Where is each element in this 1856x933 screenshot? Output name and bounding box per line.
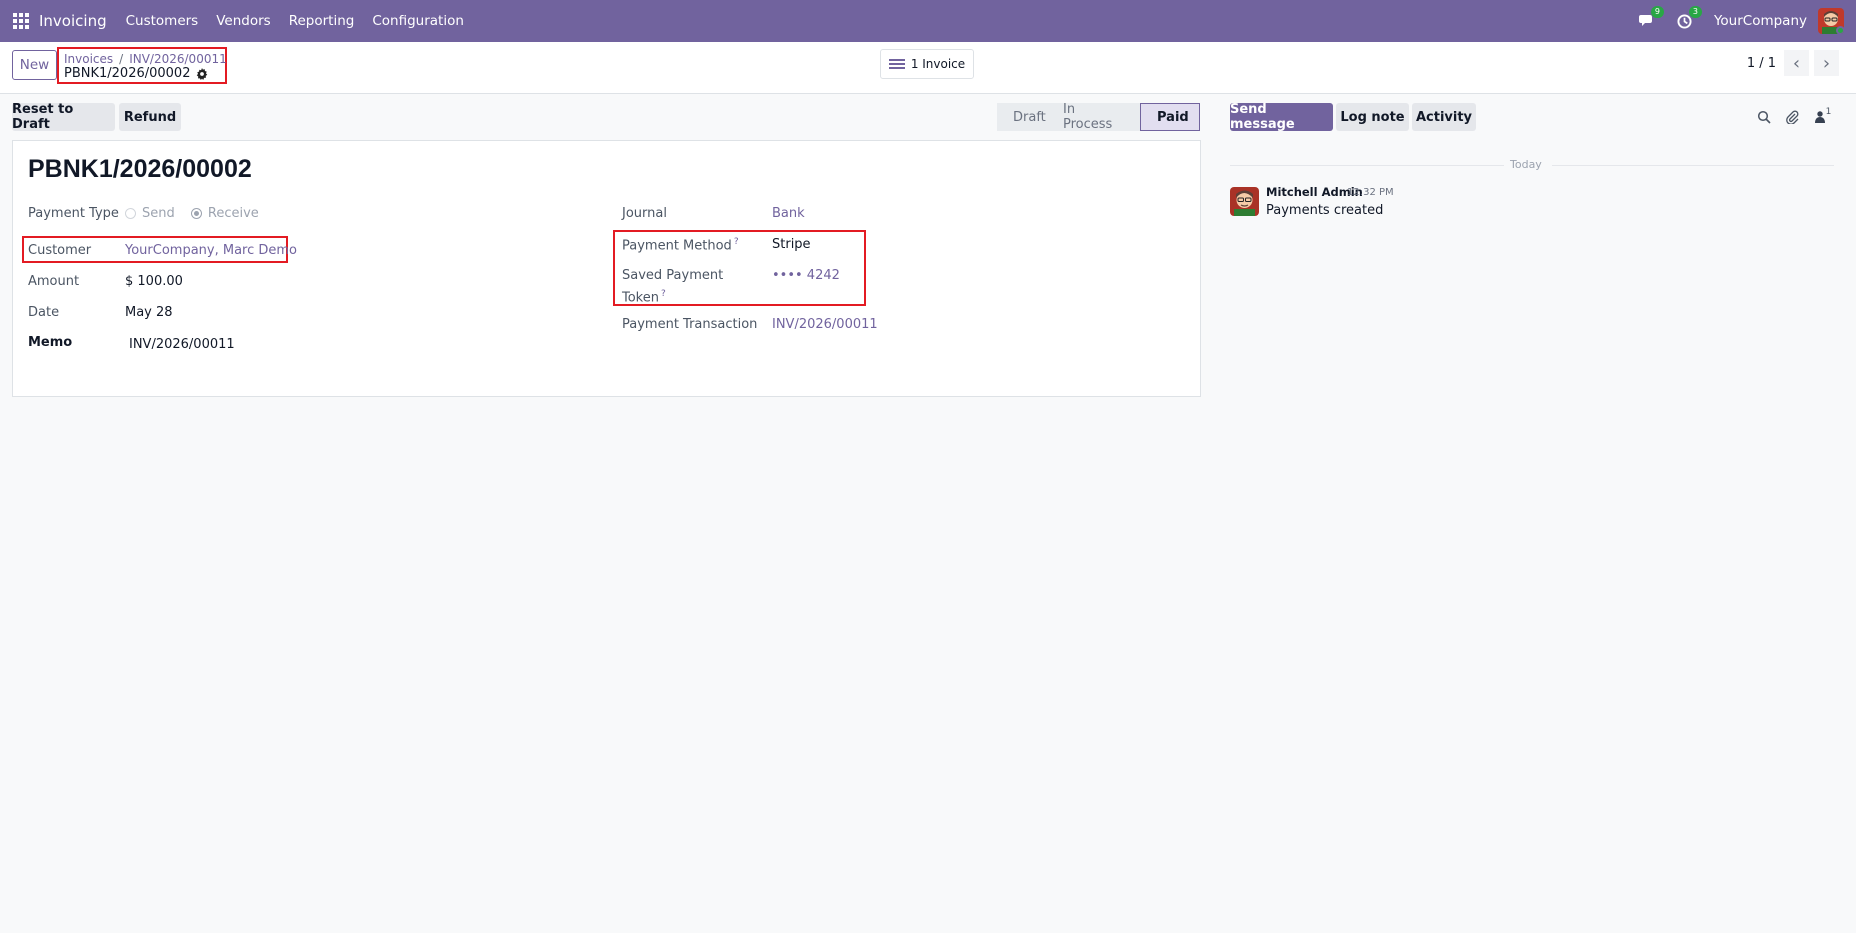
menu-configuration[interactable]: Configuration <box>372 13 464 29</box>
pager-next-icon[interactable]: › <box>1814 50 1839 76</box>
user-avatar[interactable] <box>1818 8 1844 34</box>
avatar[interactable] <box>1230 187 1259 216</box>
app-name[interactable]: Invoicing <box>39 12 107 30</box>
send-message-button[interactable]: Send message <box>1230 102 1333 132</box>
menu-customers[interactable]: Customers <box>126 13 199 29</box>
date-separator: Today <box>1510 158 1542 171</box>
message-body: Payments created <box>1266 203 1384 218</box>
online-status-dot <box>1836 26 1844 34</box>
activities-clock-icon[interactable]: 3 <box>1676 6 1702 30</box>
breadcrumb: Invoices / INV/2026/00011 PBNK1/2026/00002 <box>57 47 227 84</box>
status-in-process[interactable]: In Process <box>1047 102 1140 132</box>
saved-payment-token-label-line1: Saved Payment <box>622 268 724 283</box>
control-panel: New Invoices / INV/2026/00011 PBNK1/2026/0… <box>0 42 1856 94</box>
reset-to-draft-button[interactable]: Reset to Draft <box>12 102 115 132</box>
pager-value[interactable]: 1 / 1 <box>1747 56 1776 71</box>
payment-method-label: Payment Method? <box>622 237 739 253</box>
journal-field[interactable]: Bank <box>772 206 805 221</box>
search-icon[interactable] <box>1756 109 1772 125</box>
payment-transaction-label: Payment Transaction <box>622 317 758 332</box>
date-separator-line-left <box>1230 165 1504 166</box>
record-title: PBNK1/2026/00002 <box>28 155 252 183</box>
saved-payment-token-label-line2: Token <box>622 290 659 306</box>
new-button[interactable]: New <box>12 50 57 80</box>
status-paid[interactable]: Paid <box>1140 103 1200 131</box>
company-switcher[interactable]: YourCompany <box>1714 13 1807 29</box>
list-icon <box>888 57 905 71</box>
refund-button[interactable]: Refund <box>119 103 181 131</box>
memo-field[interactable]: INV/2026/00011 <box>129 337 235 352</box>
date-field[interactable]: May 28 <box>125 305 173 320</box>
paperclip-icon[interactable] <box>1784 109 1800 125</box>
radio-receive[interactable] <box>190 208 202 219</box>
apps-menu-icon[interactable] <box>13 13 29 29</box>
activity-button[interactable]: Activity <box>1412 103 1476 131</box>
payment-type-radio-group: Send Receive <box>125 206 259 221</box>
date-separator-line-right <box>1552 165 1834 166</box>
payment-method-label-text: Payment Method <box>622 238 732 254</box>
menu-reporting[interactable]: Reporting <box>289 13 355 29</box>
invoice-smart-button-label: 1 Invoice <box>910 57 966 71</box>
radio-send-label[interactable]: Send <box>142 206 175 221</box>
radio-send[interactable] <box>125 208 136 219</box>
customer-label: Customer <box>28 243 92 258</box>
form-sheet: PBNK1/2026/00002 Payment Type Send Recei… <box>12 140 1201 397</box>
breadcrumb-current-record: PBNK1/2026/00002 <box>64 66 191 81</box>
breadcrumb-invoice-record[interactable]: INV/2026/00011 <box>129 52 227 66</box>
followers-icon[interactable]: 1 <box>1812 107 1834 125</box>
help-icon[interactable]: ? <box>734 237 739 247</box>
payment-method-field[interactable]: Stripe <box>772 237 811 252</box>
activities-badge: 3 <box>1688 6 1702 18</box>
messages-icon[interactable]: 9 <box>1638 6 1664 30</box>
date-label: Date <box>28 305 60 320</box>
invoice-smart-button[interactable]: 1 Invoice <box>880 49 974 79</box>
radio-receive-label[interactable]: Receive <box>208 206 259 221</box>
message-time: 12:32 PM <box>1347 187 1394 198</box>
saved-payment-token-field[interactable]: •••• 4242 <box>772 268 840 283</box>
customer-field[interactable]: YourCompany, Marc Demo <box>125 243 297 258</box>
top-navbar: Invoicing Customers Vendors Reporting Co… <box>0 0 1856 42</box>
payment-transaction-field[interactable]: INV/2026/00011 <box>772 317 878 332</box>
messages-badge: 9 <box>1650 6 1664 18</box>
memo-label: Memo <box>28 335 73 350</box>
breadcrumb-invoices[interactable]: Invoices <box>64 52 113 66</box>
status-draft[interactable]: Draft <box>997 103 1047 131</box>
payment-type-label: Payment Type <box>28 206 119 221</box>
followers-count: 1 <box>1825 107 1832 117</box>
journal-label: Journal <box>622 206 667 221</box>
help-icon[interactable]: ? <box>661 289 666 299</box>
gear-icon[interactable] <box>196 67 208 80</box>
status-bar: Draft In Process Paid <box>997 102 1200 132</box>
menu-vendors[interactable]: Vendors <box>216 13 270 29</box>
pager-previous-icon[interactable]: ‹ <box>1784 50 1809 76</box>
log-note-button[interactable]: Log note <box>1336 103 1409 131</box>
saved-payment-token-label: Saved Payment Token? <box>622 267 723 307</box>
amount-label: Amount <box>28 274 80 289</box>
amount-field[interactable]: $ 100.00 <box>125 274 183 289</box>
